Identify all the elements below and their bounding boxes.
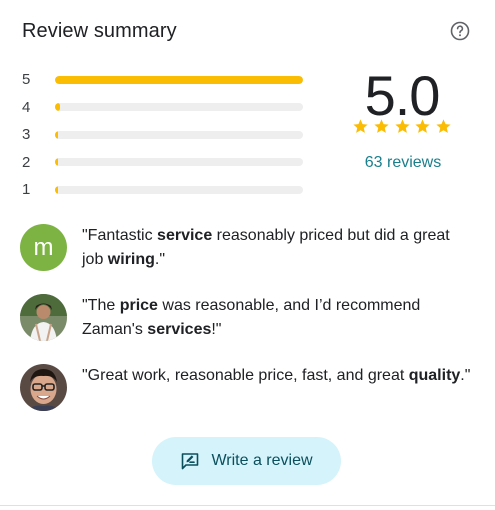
reviewer-avatar [20,364,67,411]
rating-bar-track [55,75,303,84]
highlighted-keyword: price [119,297,158,314]
rating-bar-track [55,158,303,167]
snippet-fragment: ." [460,367,471,384]
star-icon [436,119,451,133]
star-rating [352,118,452,135]
rating-bar-track [55,130,303,139]
rating-bar-fill [55,75,303,84]
rating-row-label: 1 [22,181,31,199]
review-snippet-text: "Fantastic service reasonably priced but… [82,224,472,272]
review-snippet[interactable]: "Great work, reasonable price, fast, and… [20,364,472,411]
review-snippet-text: "Great work, reasonable price, fast, and… [82,364,472,411]
rating-row-1: 1 [22,176,312,204]
rating-row-label: 5 [22,71,31,89]
rating-row-label: 4 [22,98,31,116]
star-icon [353,119,368,133]
rating-distribution: 5 4 3 2 1 [22,66,312,204]
rate-review-icon [182,453,199,470]
rating-bar-fill [55,185,58,194]
rating-bar-fill [55,158,58,167]
review-summary-title: Review summary [22,20,177,42]
write-review-button[interactable]: Write a review [152,437,341,485]
highlighted-keyword: services [147,321,212,338]
review-snippet[interactable]: "The price was reasonable, and I’d recom… [20,294,472,342]
highlighted-keyword: wiring [107,251,155,268]
review-snippet[interactable]: m "Fantastic service reasonably priced bu… [20,224,472,272]
write-review-label: Write a review [211,452,313,469]
snippet-fragment: "The [82,297,120,314]
highlighted-keyword: service [157,227,213,244]
star-icon [394,119,410,133]
reviewer-avatar: m [20,224,67,271]
avatar-letter: m [33,233,54,261]
help-circle-icon[interactable] [450,21,470,41]
star-icon [415,119,430,133]
snippet-fragment: "Great work, reasonable price, fast, and… [82,367,409,384]
snippet-fragment: !" [211,321,222,338]
rating-bar-fill [55,103,60,112]
divider [0,505,495,506]
rating-row-label: 2 [22,153,31,171]
rating-bar-track [55,185,303,194]
star-icon [374,119,389,133]
rating-row-3: 3 [22,121,312,149]
rating-row-2: 2 [22,149,312,177]
reviewer-avatar [20,294,67,341]
highlighted-keyword: quality [408,367,461,384]
rating-row-4: 4 [22,94,312,122]
rating-bar-track [55,103,303,112]
snippet-fragment: "Fantastic [82,227,158,244]
rating-row-label: 3 [22,126,31,144]
review-summary-card: Review summary 54321 5.0 63 reviews m "Fa… [0,0,495,510]
review-snippet-text: "The price was reasonable, and I’d recom… [82,294,472,342]
rating-row-5: 5 [22,66,312,94]
review-count-link[interactable]: 63 reviews [343,154,463,172]
rating-bar-fill [55,130,58,139]
snippet-fragment: ." [154,251,166,268]
